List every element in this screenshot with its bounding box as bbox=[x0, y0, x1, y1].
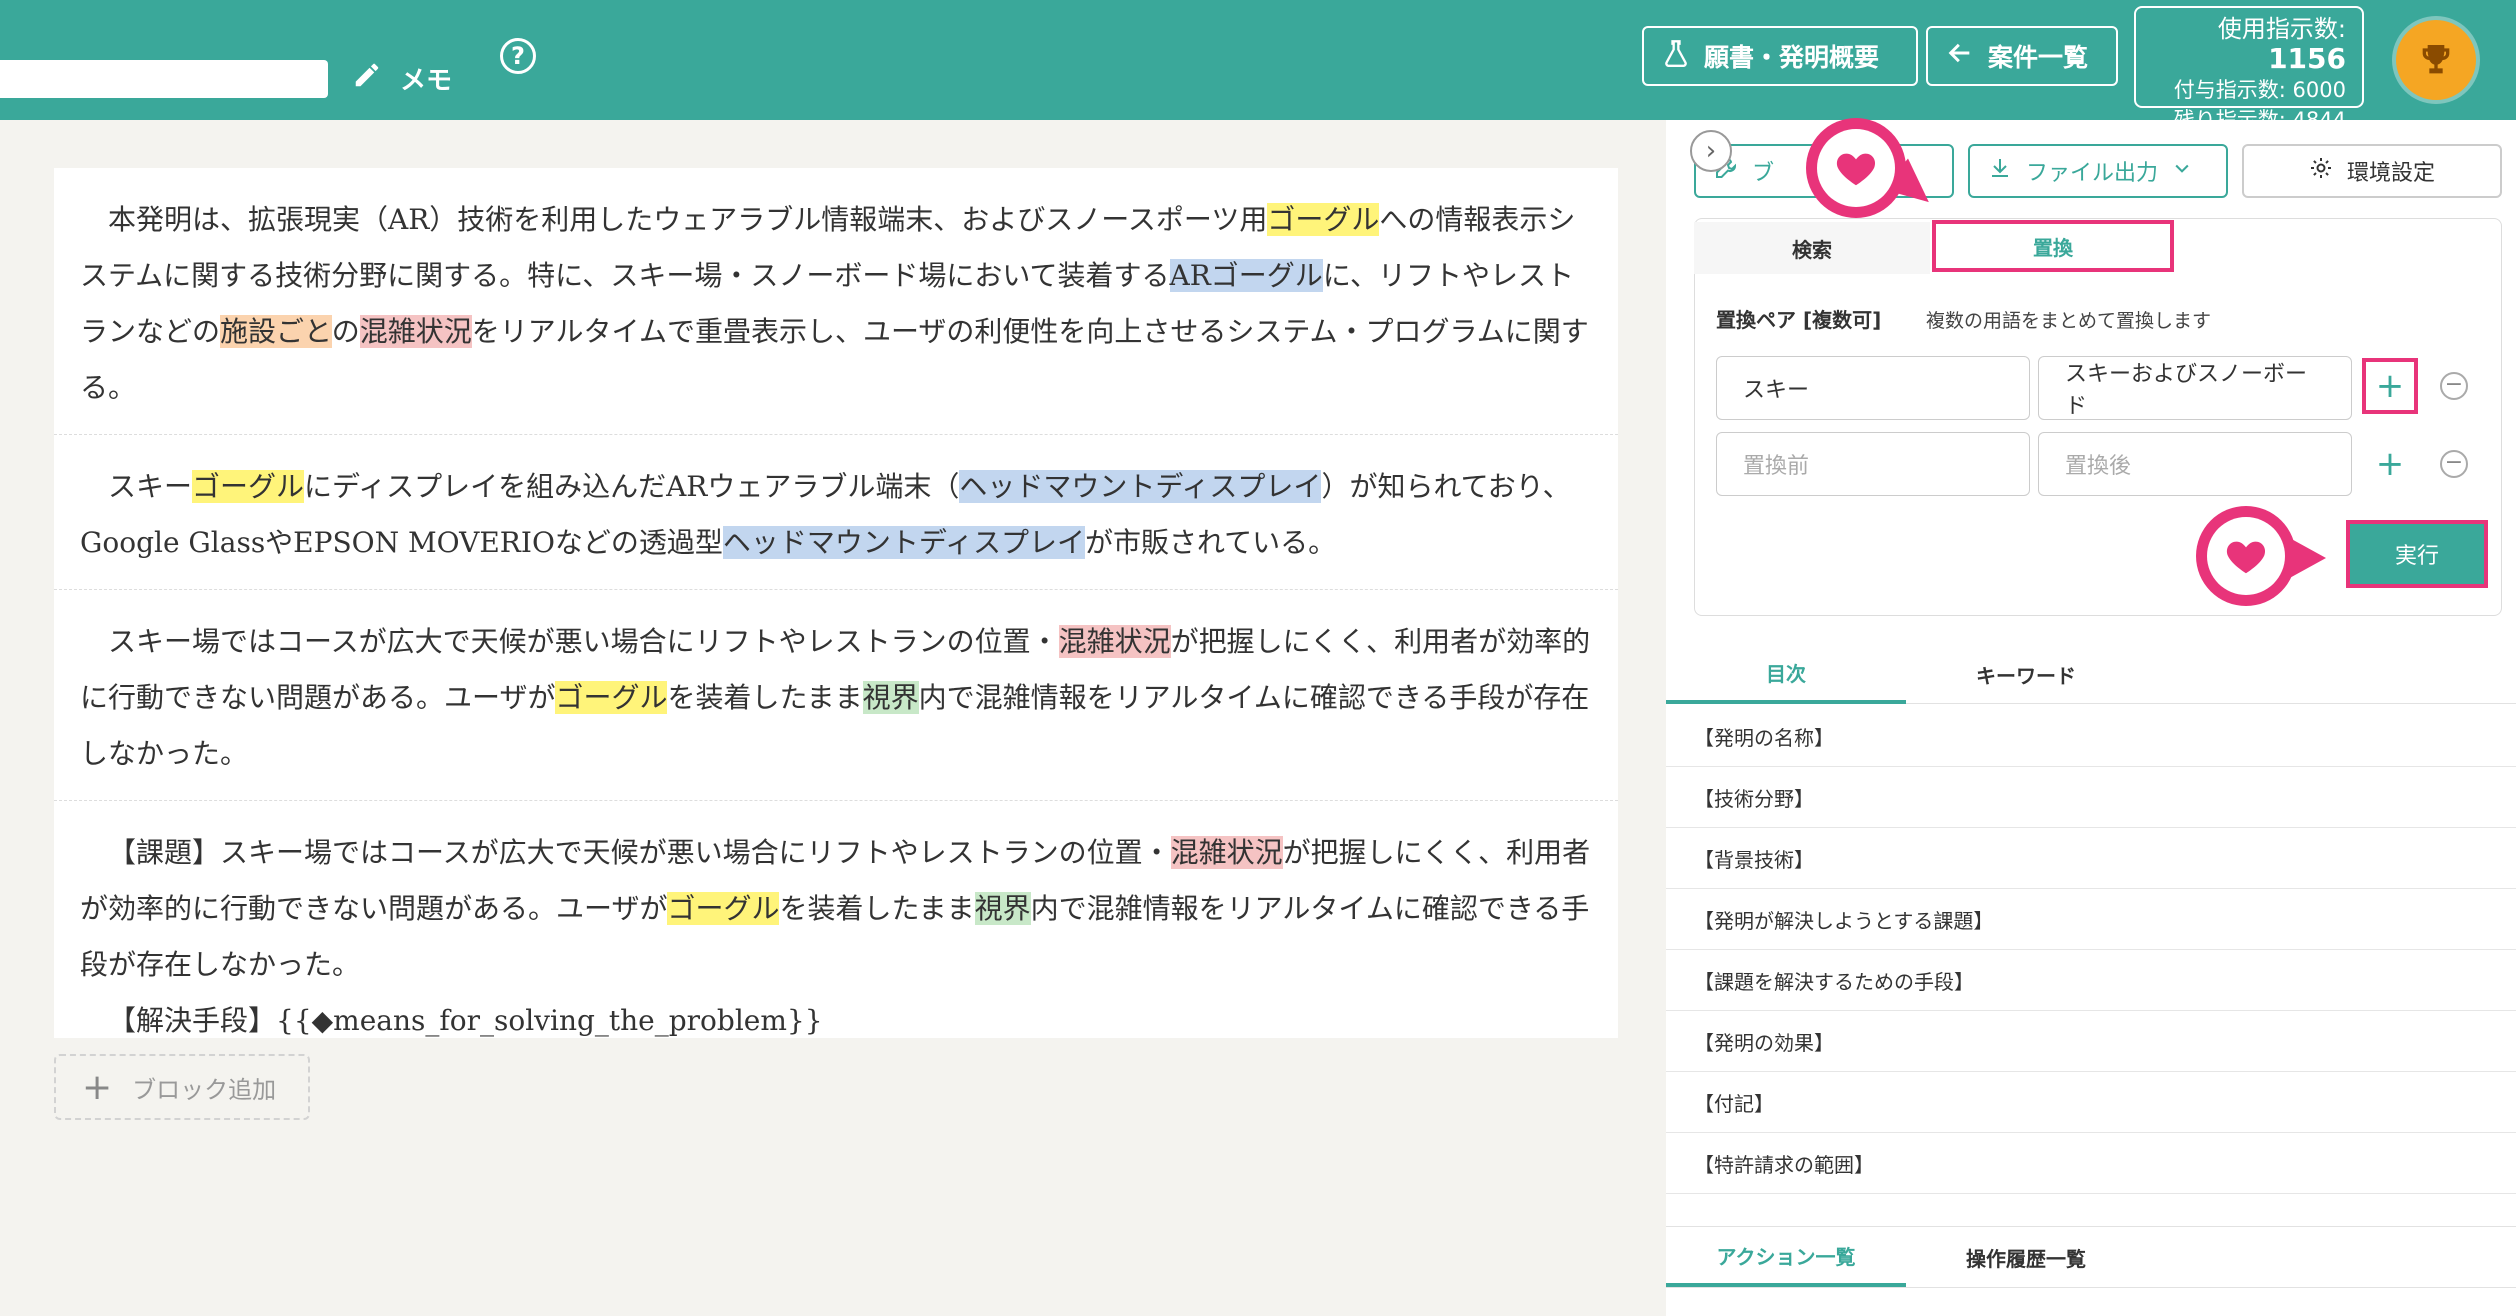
usage-counter: 使用指示数: 1156 付与指示数: 6000 残り指示数: 4844 bbox=[2134, 6, 2364, 132]
settings-button[interactable]: 環境設定 bbox=[2242, 144, 2502, 198]
plus-icon: + bbox=[82, 1066, 113, 1108]
tab-actions[interactable]: アクション一覧 bbox=[1666, 1227, 1906, 1287]
toc-list: 【発明の名称】 【技術分野】 【背景技術】 【発明が解決しようとする課題】 【課… bbox=[1666, 706, 2516, 1255]
toc-item[interactable]: 【背景技術】 bbox=[1666, 828, 2516, 889]
paragraph-block[interactable]: スキーゴーグルにディスプレイを組み込んだARウェアラブル端末（ヘッドマウントディ… bbox=[54, 435, 1618, 590]
remove-pair-button[interactable]: − bbox=[2440, 372, 2468, 400]
chevron-down-icon bbox=[2172, 158, 2192, 184]
arrow-left-icon bbox=[1946, 39, 1974, 73]
replace-after-field[interactable]: スキーおよびスノーボード bbox=[2038, 356, 2352, 420]
file-output-button[interactable]: ファイル出力 bbox=[1968, 144, 2228, 198]
execute-button[interactable]: 実行 bbox=[2346, 520, 2488, 588]
memo-button[interactable]: メモ bbox=[352, 56, 452, 100]
term-highlight[interactable]: ゴーグル bbox=[667, 892, 780, 925]
application-summary-button[interactable]: 願書・発明概要 bbox=[1642, 26, 1918, 86]
chevron-right-icon: › bbox=[1705, 136, 1717, 166]
term-highlight[interactable]: ヘッドマウントディスプレイ bbox=[959, 470, 1322, 503]
granted-count: 付与指示数: 6000 bbox=[2173, 78, 2346, 102]
replace-pair-description: 複数の用語をまとめて置換します bbox=[1926, 310, 2212, 332]
replace-before-field[interactable]: スキー bbox=[1716, 356, 2030, 420]
term-highlight[interactable]: ゴーグル bbox=[1267, 203, 1380, 236]
tab-history[interactable]: 操作履歴一覧 bbox=[1906, 1227, 2146, 1287]
brush-label: ブ bbox=[1752, 161, 1775, 186]
term-highlight[interactable]: 混雑状況 bbox=[1170, 836, 1283, 869]
toc-item[interactable]: 【技術分野】 bbox=[1666, 767, 2516, 828]
toc-item[interactable]: 【発明が解決しようとする課題】 bbox=[1666, 889, 2516, 950]
pencil-icon bbox=[352, 60, 382, 97]
memo-label: メモ bbox=[400, 65, 453, 96]
replace-after-field[interactable]: 置換後 bbox=[2038, 432, 2352, 496]
collapse-panel-button[interactable]: › bbox=[1690, 130, 1732, 172]
paragraph-block[interactable]: 本発明は、拡張現実（AR）技術を利用したウェアラブル情報端末、およびスノースポー… bbox=[54, 168, 1618, 435]
tab-toc[interactable]: 目次 bbox=[1666, 644, 1906, 704]
annotation-heart-icon bbox=[1806, 118, 1906, 218]
paragraph-block[interactable]: 【課題】スキー場ではコースが広大で天候が悪い場合にリフトやレストランの位置・混雑… bbox=[54, 801, 1618, 1067]
toc-scroll-fade bbox=[1666, 1213, 2516, 1227]
term-highlight[interactable]: ヘッドマウントディスプレイ bbox=[722, 526, 1085, 559]
term-highlight[interactable]: 施設ごと bbox=[220, 315, 332, 348]
case-list-label: 案件一覧 bbox=[1988, 43, 2089, 72]
flask-icon bbox=[1662, 39, 1690, 73]
tab-replace[interactable]: 置換 bbox=[1932, 220, 2174, 272]
term-highlight[interactable]: 混雑状況 bbox=[1058, 625, 1171, 658]
application-summary-label: 願書・発明概要 bbox=[1704, 43, 1880, 72]
add-pair-button[interactable]: + bbox=[2362, 436, 2418, 492]
case-list-button[interactable]: 案件一覧 bbox=[1926, 26, 2118, 86]
replace-before-field[interactable]: 置換前 bbox=[1716, 432, 2030, 496]
toc-item[interactable]: 【発明の効果】 bbox=[1666, 1011, 2516, 1072]
used-count: 使用指示数: 1156 bbox=[2217, 15, 2346, 75]
document-editor[interactable]: 本発明は、拡張現実（AR）技術を利用したウェアラブル情報端末、およびスノースポー… bbox=[54, 168, 1618, 1038]
remove-pair-button[interactable]: − bbox=[2440, 450, 2468, 478]
add-block-label: ブロック追加 bbox=[132, 1075, 277, 1104]
term-highlight[interactable]: ゴーグル bbox=[192, 470, 305, 503]
tab-search[interactable]: 検索 bbox=[1694, 222, 1930, 274]
toc-item[interactable]: 【発明の名称】 bbox=[1666, 706, 2516, 767]
term-highlight[interactable]: 視界 bbox=[974, 892, 1031, 925]
term-highlight[interactable]: 視界 bbox=[862, 681, 919, 714]
replace-pair-label: 置換ペア [複数可] bbox=[1716, 308, 1882, 332]
toc-item[interactable]: 【課題を解決するための手段】 bbox=[1666, 950, 2516, 1011]
trophy-icon[interactable] bbox=[2396, 20, 2476, 100]
paragraph-block[interactable]: スキー場ではコースが広大で天候が悪い場合にリフトやレストランの位置・混雑状況が把… bbox=[54, 590, 1618, 801]
add-pair-button[interactable]: + bbox=[2362, 358, 2418, 414]
document-title-input[interactable] bbox=[0, 60, 328, 98]
toc-item[interactable]: 【付記】 bbox=[1666, 1072, 2516, 1133]
gear-icon bbox=[2309, 156, 2333, 186]
toc-item[interactable]: 【特許請求の範囲】 bbox=[1666, 1133, 2516, 1194]
term-highlight[interactable]: ゴーグル bbox=[555, 681, 668, 714]
add-block-button[interactable]: + ブロック追加 bbox=[54, 1054, 310, 1120]
download-icon bbox=[1988, 156, 2012, 186]
settings-label: 環境設定 bbox=[2346, 161, 2435, 186]
term-highlight[interactable]: ARゴーグル bbox=[1169, 259, 1323, 292]
annotation-heart-icon bbox=[2196, 506, 2296, 606]
solution-line[interactable]: 【解決手段】{{◆means_for_solving_the_problem}} bbox=[80, 993, 1592, 1049]
file-output-label: ファイル出力 bbox=[2026, 161, 2159, 186]
term-highlight[interactable]: 混雑状況 bbox=[359, 315, 472, 348]
help-icon[interactable]: ? bbox=[500, 38, 536, 74]
tab-keywords[interactable]: キーワード bbox=[1906, 644, 2146, 704]
bottom-tabs: アクション一覧 操作履歴一覧 bbox=[1666, 1226, 2516, 1288]
section-tabs: 目次 キーワード bbox=[1666, 644, 2516, 704]
